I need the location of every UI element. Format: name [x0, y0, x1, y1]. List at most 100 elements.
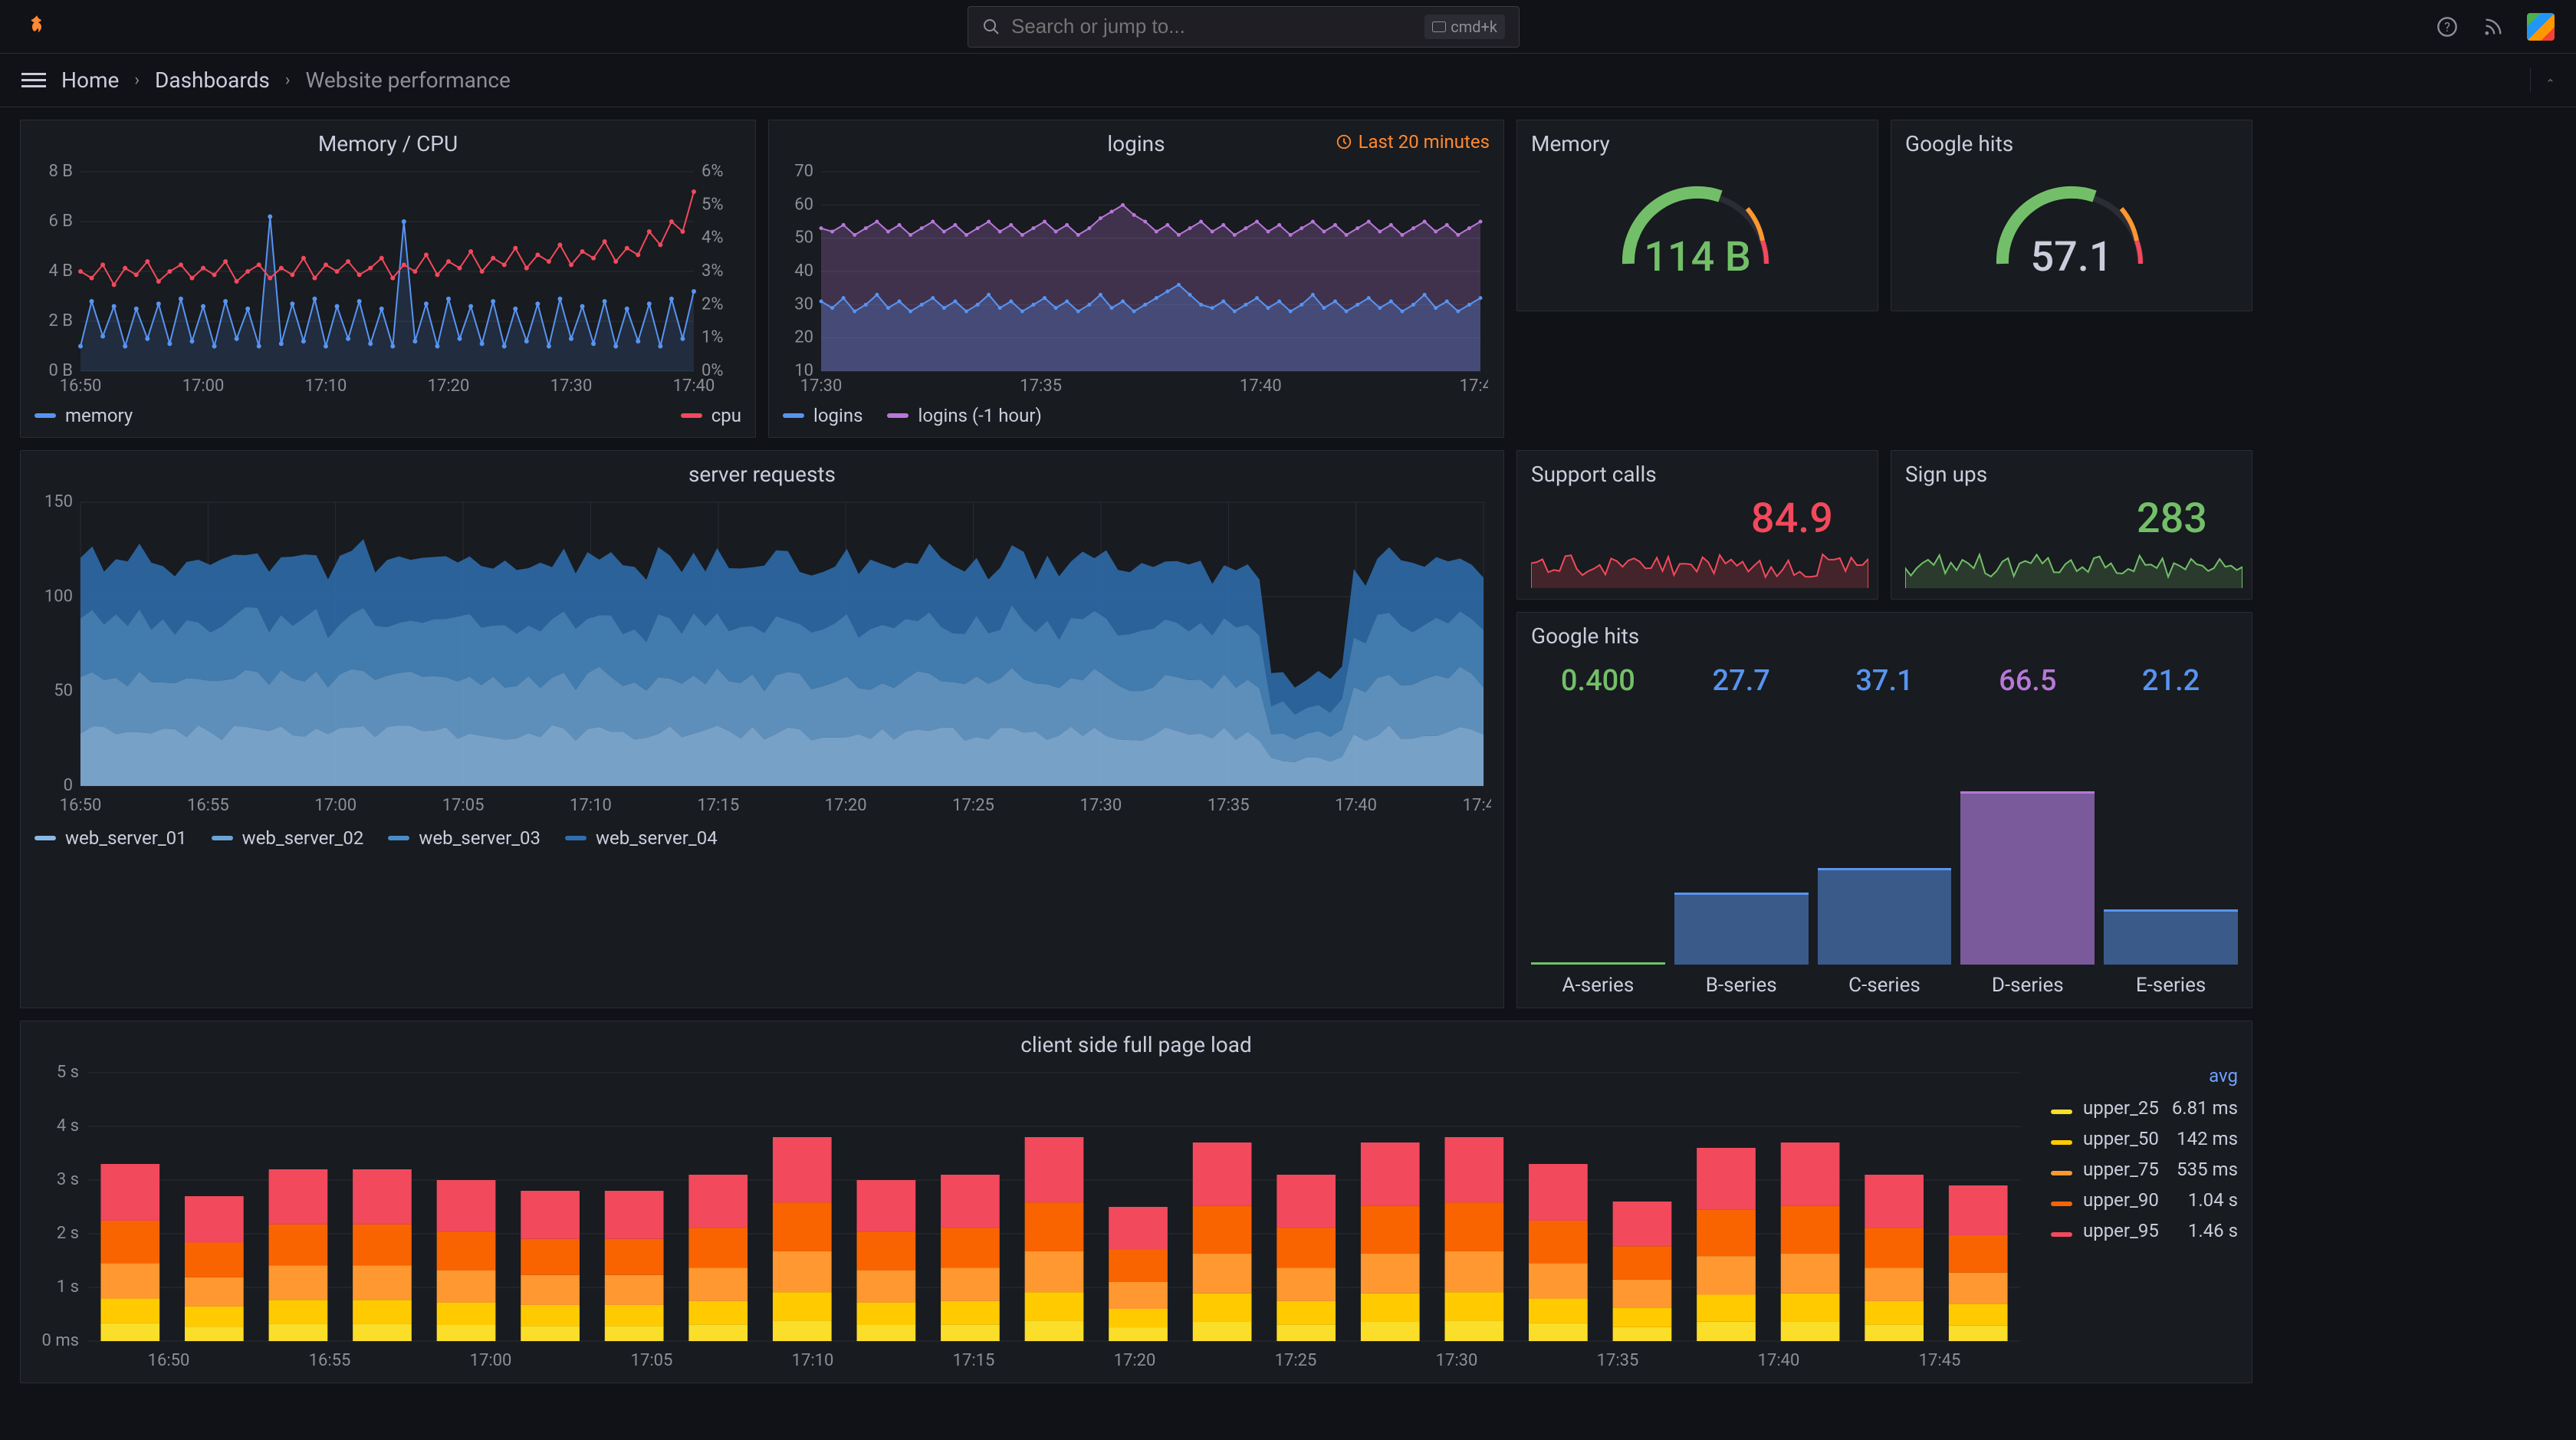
page-load-legend: avgupper_256.81 msupper_50142 msupper_75…: [2051, 1065, 2238, 1372]
panel-logins[interactable]: logins Last 20 minutes 1020304050607017:…: [768, 120, 1504, 438]
panel-signups[interactable]: Sign ups 283: [1891, 450, 2252, 600]
svg-text:17:45: 17:45: [1463, 796, 1491, 815]
svg-text:17:40: 17:40: [673, 376, 715, 394]
panel-title: Memory: [1531, 131, 1864, 156]
bar-B-series[interactable]: 27.7B-series: [1674, 664, 1809, 997]
panel-title: Google hits: [1905, 131, 2238, 156]
svg-text:16:50: 16:50: [60, 796, 102, 815]
svg-text:2 s: 2 s: [57, 1224, 79, 1243]
search-icon: [982, 18, 1001, 36]
panel-server-requests[interactable]: server requests 05010015016:5016:5517:00…: [20, 450, 1504, 1008]
svg-text:8 B: 8 B: [48, 164, 73, 181]
svg-text:16:50: 16:50: [60, 376, 102, 394]
svg-text:17:45: 17:45: [1919, 1351, 1961, 1370]
legend-logins-1h[interactable]: logins (-1 hour): [887, 405, 1041, 426]
global-search[interactable]: cmd+k: [968, 6, 1520, 48]
user-avatar[interactable]: [2527, 13, 2555, 41]
legend-logins[interactable]: logins: [783, 405, 863, 426]
svg-text:30: 30: [794, 294, 813, 314]
legend-ws4[interactable]: web_server_04: [565, 827, 718, 849]
search-shortcut: cmd+k: [1424, 15, 1505, 39]
legend-ws2[interactable]: web_server_02: [212, 827, 364, 849]
svg-text:16:50: 16:50: [148, 1351, 190, 1370]
panel-page-load[interactable]: client side full page load 0 ms1 s2 s3 s…: [20, 1021, 2252, 1383]
chevron-right-icon: ›: [285, 71, 291, 90]
svg-text:1%: 1%: [702, 328, 723, 347]
svg-text:17:25: 17:25: [1275, 1351, 1317, 1370]
bar-D-series[interactable]: 66.5D-series: [1960, 664, 2095, 997]
svg-text:20: 20: [794, 328, 813, 347]
svg-text:17:10: 17:10: [570, 796, 612, 815]
panel-title: Google hits: [1531, 623, 2238, 649]
stat-value: 84.9: [1531, 495, 1864, 543]
clock-icon: [1336, 133, 1352, 150]
panel-google-bars[interactable]: Google hits 0.400A-series27.7B-series37.…: [1516, 612, 2252, 1008]
svg-text:4 B: 4 B: [48, 261, 73, 281]
svg-text:16:55: 16:55: [309, 1351, 351, 1370]
svg-text:17:20: 17:20: [428, 376, 470, 394]
crumb-home[interactable]: Home: [61, 67, 119, 93]
legend-ws1[interactable]: web_server_01: [34, 827, 187, 849]
svg-text:50: 50: [794, 228, 813, 248]
svg-text:4%: 4%: [702, 228, 723, 248]
collapse-icon[interactable]: [2530, 68, 2555, 93]
svg-text:2%: 2%: [702, 294, 723, 314]
svg-text:0: 0: [64, 776, 73, 795]
gauge-value: 114 B: [1644, 233, 1751, 281]
svg-text:17:20: 17:20: [1114, 1351, 1156, 1370]
bar-C-series[interactable]: 37.1C-series: [1818, 664, 1952, 997]
svg-text:5 s: 5 s: [57, 1065, 79, 1082]
legend-cpu[interactable]: cpu: [681, 405, 741, 426]
panel-title: Memory / CPU: [34, 131, 741, 156]
panel-memory-gauge[interactable]: Memory 114 B: [1516, 120, 1878, 311]
gauge-value: 57.1: [2030, 233, 2112, 281]
menu-toggle[interactable]: [21, 73, 46, 87]
svg-text:17:30: 17:30: [1080, 796, 1122, 815]
legend-row-upper_25[interactable]: upper_256.81 ms: [2051, 1093, 2238, 1123]
svg-text:17:20: 17:20: [825, 796, 867, 815]
grafana-logo[interactable]: [21, 12, 52, 42]
sparkline-signups: [1905, 543, 2242, 588]
svg-text:16:55: 16:55: [187, 796, 229, 815]
rss-icon[interactable]: [2481, 15, 2505, 39]
svg-text:17:30: 17:30: [800, 376, 843, 394]
panel-title: client side full page load: [34, 1032, 2238, 1057]
legend-memory[interactable]: memory: [34, 405, 133, 426]
svg-text:17:10: 17:10: [792, 1351, 834, 1370]
legend-row-upper_75[interactable]: upper_75535 ms: [2051, 1154, 2238, 1185]
search-input[interactable]: [1011, 15, 1414, 38]
svg-text:17:30: 17:30: [550, 376, 593, 394]
topbar: cmd+k ?: [0, 0, 2576, 54]
svg-text:6%: 6%: [702, 164, 723, 181]
svg-text:17:35: 17:35: [1208, 796, 1250, 815]
svg-text:17:00: 17:00: [182, 376, 225, 394]
svg-text:150: 150: [44, 495, 73, 511]
legend-ws3[interactable]: web_server_03: [388, 827, 540, 849]
help-icon[interactable]: ?: [2435, 15, 2459, 39]
time-range-badge[interactable]: Last 20 minutes: [1336, 131, 1490, 153]
svg-text:17:40: 17:40: [1758, 1351, 1800, 1370]
svg-text:0 ms: 0 ms: [42, 1331, 79, 1350]
bar-A-series[interactable]: 0.400A-series: [1531, 664, 1665, 997]
svg-text:100: 100: [44, 587, 73, 606]
stat-value: 283: [1905, 495, 2238, 543]
svg-text:17:15: 17:15: [953, 1351, 995, 1370]
crumb-dashboards[interactable]: Dashboards: [155, 67, 270, 93]
panel-support-calls[interactable]: Support calls 84.9: [1516, 450, 1878, 600]
navbar: Home › Dashboards › Website performance: [0, 54, 2576, 107]
svg-text:17:40: 17:40: [1335, 796, 1377, 815]
panel-title: Sign ups: [1905, 462, 2238, 487]
svg-text:?: ?: [2444, 19, 2450, 34]
panel-google-gauge[interactable]: Google hits 57.1: [1891, 120, 2252, 311]
legend-row-upper_90[interactable]: upper_901.04 s: [2051, 1185, 2238, 1215]
bar-E-series[interactable]: 21.2E-series: [2104, 664, 2238, 997]
panel-memory-cpu[interactable]: Memory / CPU 0 B2 B4 B6 B8 B0%1%2%3%4%5%…: [20, 120, 756, 438]
crumb-current: Website performance: [305, 67, 510, 93]
legend-row-upper_95[interactable]: upper_951.46 s: [2051, 1215, 2238, 1246]
svg-text:2 B: 2 B: [48, 311, 73, 330]
legend-row-upper_50[interactable]: upper_50142 ms: [2051, 1123, 2238, 1154]
chart-logins: 1020304050607017:3017:3517:4017:45: [783, 164, 1488, 394]
svg-text:17:05: 17:05: [442, 796, 485, 815]
svg-text:17:35: 17:35: [1020, 376, 1062, 394]
svg-text:6 B: 6 B: [48, 212, 73, 231]
